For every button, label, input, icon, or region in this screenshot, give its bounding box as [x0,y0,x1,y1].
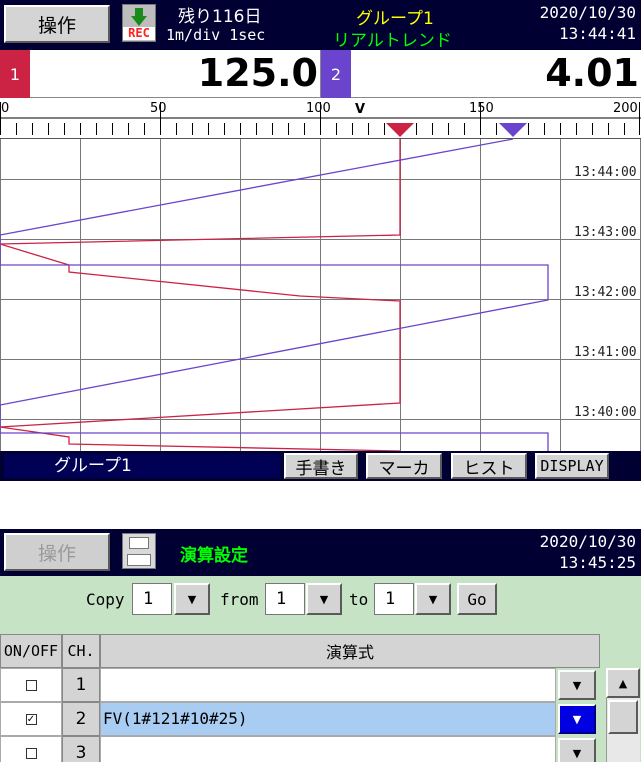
marker-button[interactable]: マーカ [366,453,442,479]
scale-label: 200 [613,101,638,116]
check-icon: ✓ [26,713,36,725]
onoff-cell[interactable]: ✓ [0,702,62,736]
time-label: 13:44:00 [574,165,637,180]
table-row: 3 ▼ [0,736,600,762]
onoff-cell[interactable] [0,736,62,762]
save-icon [122,533,156,569]
datetime: 2020/10/30 13:45:25 [540,531,636,573]
history-button[interactable]: ヒスト [451,453,527,479]
copy-label: Copy [86,590,125,609]
scale-label: 150 [469,101,494,116]
table-row: 1 ▼ [0,668,600,702]
display-button[interactable]: DISPLAY [535,453,609,479]
page-title: 演算設定 [180,546,248,566]
time-division: 1m/div 1sec [166,26,266,44]
trend-bottom-bar: グループ1 手書き マーカ ヒスト DISPLAY [0,451,641,481]
onoff-checkbox[interactable] [25,679,37,691]
date: 2020/10/30 [539,532,636,551]
expression-field[interactable] [100,736,556,762]
onoff-checkbox-checked[interactable]: ✓ [25,713,37,725]
trend-line-ch1 [0,139,401,451]
operation-button[interactable]: 操作 [4,5,110,43]
table-row: ✓ 2 FV(1#121#10#25) ▼ [0,702,600,736]
scroll-thumb[interactable] [608,700,638,734]
expression-dropdown-button[interactable]: ▼ [558,704,596,734]
chevron-down-icon: ▼ [572,746,582,760]
chevron-down-icon: ▼ [187,592,197,606]
ch2-pointer-icon [499,123,527,137]
trend-line-ch2 [0,139,549,451]
calc-panel: Copy 1 ▼ from 1 ▼ to 1 ▼ Go ON/OFF CH. 演… [0,576,641,762]
scale-svg: 0 50 100 150 200 V [0,101,641,137]
channel-value: 125.0 [197,51,318,95]
time-label: 13:42:00 [574,285,637,300]
time-label: 13:40:00 [574,405,637,420]
from-number-field[interactable]: 1 [265,583,305,615]
group-select[interactable]: グループ1 [4,454,280,478]
chevron-down-icon: ▼ [572,712,582,726]
col-onoff-header: ON/OFF [0,634,62,668]
date: 2020/10/30 [539,3,636,22]
scale-bar: 0 50 100 150 200 V [0,99,641,139]
time-label: 13:43:00 [574,225,637,240]
expression-dropdown-button[interactable]: ▼ [558,738,596,762]
onoff-checkbox[interactable] [25,747,37,759]
to-label: to [349,590,369,609]
digital-display-ch1: 1 125.0 [0,50,320,98]
trend-svg: 13:44:00 13:43:00 13:42:00 13:41:00 13:40:00 [0,139,641,451]
time: 13:45:25 [558,553,636,572]
onoff-cell[interactable] [0,668,62,702]
chevron-down-icon: ▼ [428,592,438,606]
scale-label: 50 [150,101,167,116]
from-label: from [220,590,259,609]
to-dropdown-button[interactable]: ▼ [415,583,451,615]
chevron-up-icon: ▲ [618,676,628,690]
download-arrow-icon [131,8,147,26]
ch1-pointer-icon [386,123,414,137]
trend-header: 操作 REC 残り116日 1m/div 1sec グループ1 リアルトレンド … [0,0,641,51]
channel-number: 2 [62,702,100,736]
channel-number: 3 [62,736,100,762]
handwriting-button[interactable]: 手書き [284,453,358,479]
trend-mode: リアルトレンド [333,31,452,51]
chevron-down-icon: ▼ [572,678,582,692]
scale-unit: V [355,102,365,117]
copy-dropdown-button[interactable]: ▼ [174,583,210,615]
to-number-field[interactable]: 1 [374,583,414,615]
col-expression-header: 演算式 [100,634,600,668]
go-button[interactable]: Go [457,583,497,615]
time-label: 13:41:00 [574,345,637,360]
expression-field[interactable]: FV(1#121#10#25) [100,702,556,736]
rec-label: REC [123,27,155,40]
copy-number-field[interactable]: 1 [132,583,172,615]
expression-field[interactable] [100,668,556,702]
scale-label: 0 [1,101,9,116]
trend-chart: 13:44:00 13:43:00 13:42:00 13:41:00 13:40:00 [0,139,641,451]
rec-icon: REC [122,4,156,42]
channel-tag: 1 [0,50,30,98]
time: 13:44:41 [558,24,636,43]
channel-tag: 2 [321,50,351,98]
remaining-days: 残り116日 [178,7,262,27]
calc-header: 操作 演算設定 2020/10/30 13:45:25 [0,529,641,576]
channel-number: 1 [62,668,100,702]
col-ch-header: CH. [62,634,100,668]
operation-button-disabled[interactable]: 操作 [4,533,110,571]
digital-display-ch2: 2 4.01 [320,50,641,98]
vertical-scrollbar[interactable]: ▲ [600,668,641,762]
channel-value: 4.01 [545,51,639,95]
from-dropdown-button[interactable]: ▼ [306,583,342,615]
datetime: 2020/10/30 13:44:41 [540,2,636,44]
expression-dropdown-button[interactable]: ▼ [558,670,596,700]
scale-label: 100 [306,101,331,116]
scroll-up-button[interactable]: ▲ [606,668,640,698]
chevron-down-icon: ▼ [319,592,329,606]
